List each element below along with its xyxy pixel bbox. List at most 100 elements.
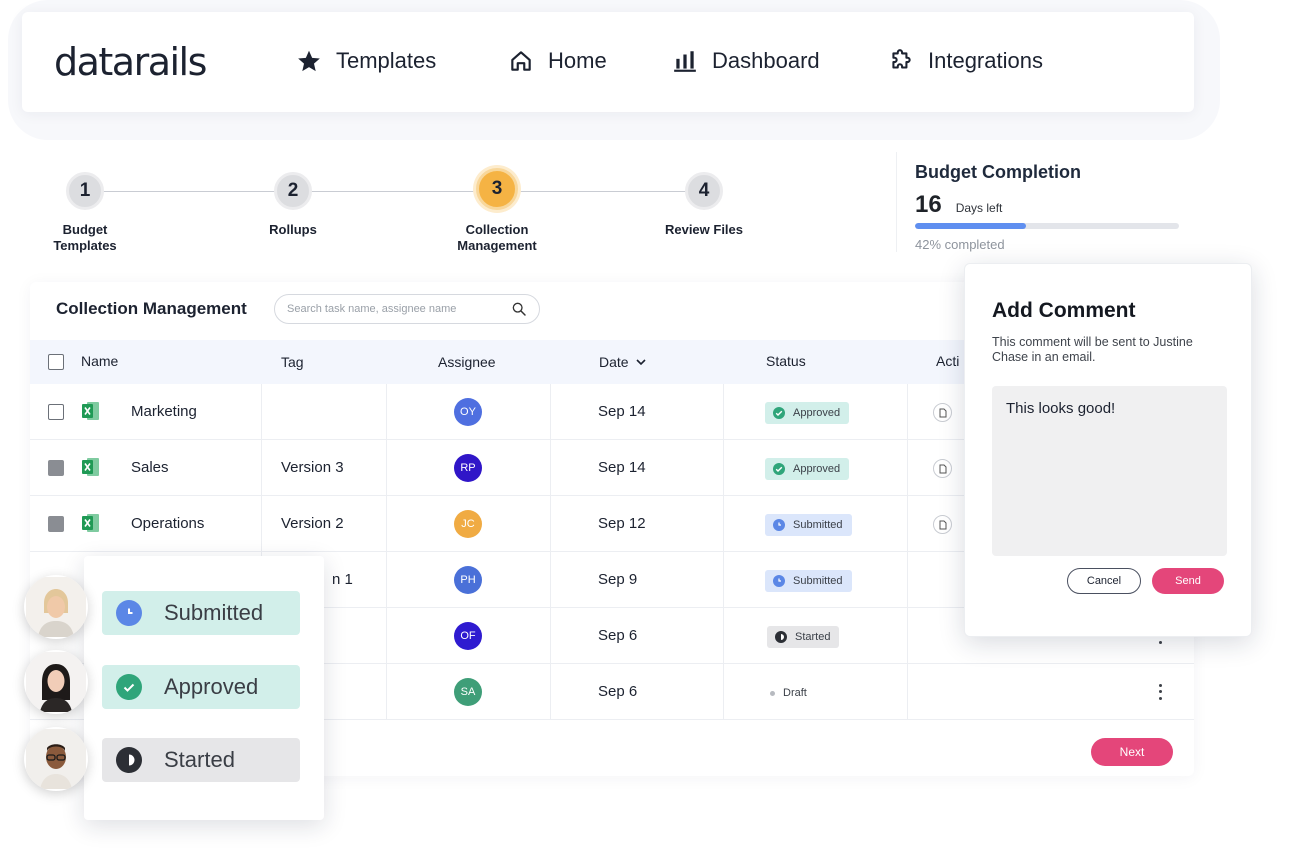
row-date: Sep 14 [598,459,646,476]
clock-icon [116,600,142,626]
column-header-date[interactable]: Date [599,354,647,370]
check-circle-icon [773,463,785,475]
status-badge: Draft [762,682,816,704]
comment-textarea[interactable]: This looks good! [992,386,1227,556]
nav-item-templates[interactable]: Templates [296,48,436,74]
check-circle-icon [773,407,785,419]
bar-chart-icon [674,51,696,72]
clock-icon [773,575,785,587]
row-checkbox[interactable] [48,404,64,420]
excel-file-icon [82,514,99,532]
nav-label-home: Home [548,48,607,73]
legend-label: Approved [164,674,259,699]
step-number: 4 [685,172,723,210]
person-portrait-icon [26,577,86,637]
excel-file-icon [82,458,99,476]
avatar [24,727,88,791]
column-header-assignee[interactable]: Assignee [438,354,496,370]
step-number: 1 [66,172,104,210]
status-badge: Submitted [765,570,852,592]
avatar: RP [454,454,482,482]
row-checkbox[interactable] [48,460,64,476]
days-left-label: Days left [955,201,1003,215]
add-comment-modal: Add Comment This comment will be sent to… [964,263,1252,637]
row-tag: Version 2 [281,515,344,532]
star-icon [298,50,320,72]
view-file-icon[interactable] [933,403,952,422]
nav-item-home[interactable]: Home [508,48,607,74]
view-file-icon[interactable] [933,459,952,478]
row-date: Sep 6 [598,683,638,700]
budget-progress-bar [915,223,1179,229]
nav-label-templates: Templates [336,48,437,73]
step-review-files[interactable]: 4 Review Files [634,172,774,238]
legend-approved: Approved [102,665,300,709]
stepper-connector [86,191,706,192]
step-number: 3 [476,168,518,210]
step-rollups[interactable]: 2 Rollups [223,172,363,238]
check-circle-icon [116,674,142,700]
step-label: Budget Templates [53,222,117,253]
step-budget-templates[interactable]: 1 Budget Templates [15,172,155,254]
nav-label-integrations: Integrations [928,48,1043,73]
home-icon [511,51,531,71]
column-header-name[interactable]: Name [81,353,118,369]
search-box[interactable] [274,294,540,324]
step-label: Review Files [664,222,744,237]
clock-icon [773,519,785,531]
step-label: Rollups [269,222,317,237]
status-badge: Approved [765,402,850,424]
row-checkbox[interactable] [48,516,64,532]
collection-title: Collection Management [56,299,247,318]
row-date: Sep 14 [598,403,646,420]
column-header-tag[interactable]: Tag [281,354,304,370]
legend-label: Submitted [164,600,264,625]
legend-label: Started [164,747,235,772]
search-icon[interactable] [511,301,527,317]
legend-submitted: Submitted [102,591,300,635]
column-header-date-label: Date [599,354,629,370]
status-label: Submitted [793,575,843,587]
budget-progress-fill [915,223,1026,229]
step-collection-management[interactable]: 3 Collection Management [427,168,567,254]
search-input[interactable] [287,303,497,315]
row-tag: Version 3 [281,459,344,476]
status-label: Approved [793,407,841,419]
row-date: Sep 12 [598,515,646,532]
nav-item-dashboard[interactable]: Dashboard [672,48,820,74]
status-label: Approved [793,463,841,475]
legend-started: Started [102,738,300,782]
step-label: Collection Management [457,222,537,253]
avatar: OF [454,622,482,650]
cancel-button[interactable]: Cancel [1067,568,1141,594]
avatar [24,650,88,714]
half-circle-icon [775,631,787,643]
status-label: Submitted [793,519,843,531]
days-left-number: 16 [915,191,942,218]
avatar: OY [454,398,482,426]
chevron-down-icon [636,359,646,366]
row-name: Marketing [131,403,197,420]
row-date: Sep 9 [598,571,638,588]
step-number: 2 [274,172,312,210]
status-label: Draft [783,687,807,699]
row-tag: n 1 [332,571,353,588]
navbar: datarails Templates Home Dashboard Integ… [22,12,1194,112]
view-file-icon[interactable] [933,515,952,534]
status-badge: Started [767,626,840,648]
send-button[interactable]: Send [1152,568,1224,594]
next-button[interactable]: Next [1091,738,1173,766]
progress-stepper: 1 Budget Templates 2 Rollups 3 Collectio… [30,150,890,280]
column-header-status[interactable]: Status [766,353,806,369]
datarails-logo[interactable]: datarails [54,40,207,84]
column-header-actions[interactable]: Acti [936,353,959,369]
row-name: Operations [131,515,205,532]
avatar: JC [454,510,482,538]
excel-file-icon [82,402,99,420]
select-all-checkbox[interactable] [48,354,64,370]
puzzle-icon [892,49,911,69]
avatar [24,575,88,639]
kebab-menu-icon[interactable] [1156,682,1164,702]
nav-item-integrations[interactable]: Integrations [888,48,1043,74]
modal-title: Add Comment [992,299,1136,322]
